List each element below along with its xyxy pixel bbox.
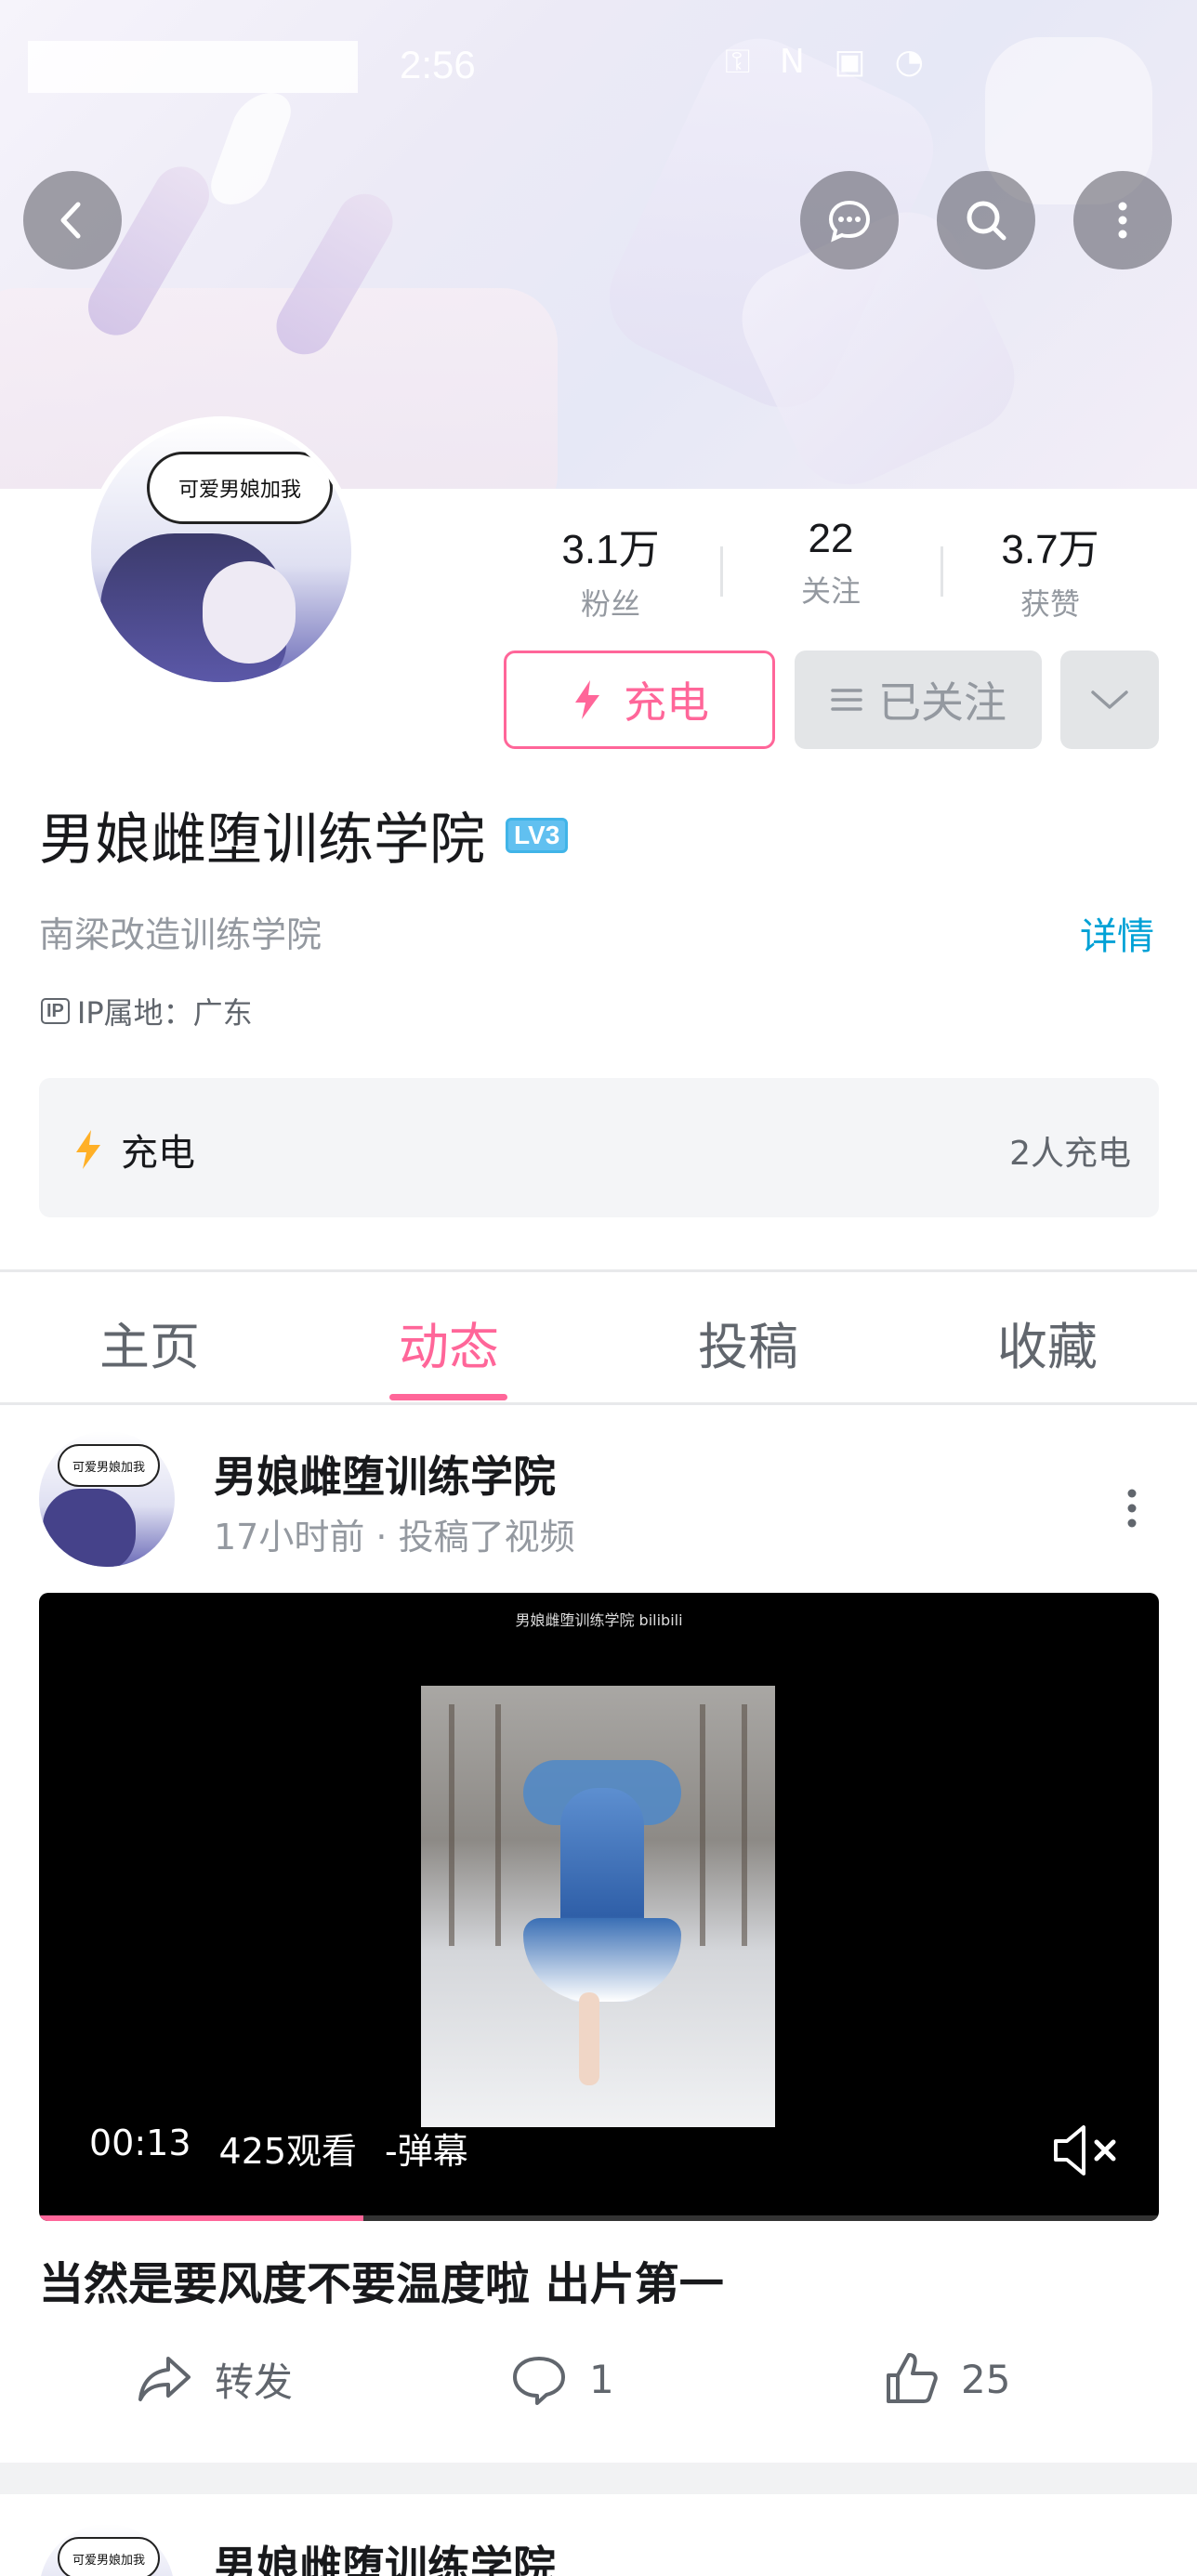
next-post-avatar-bubble: 可爱男娘加我	[58, 2537, 160, 2576]
details-link[interactable]: 详情	[1080, 906, 1154, 960]
profile-signature: 南梁改造训练学院	[39, 914, 322, 955]
stat-likes[interactable]: 3.7万 获赞	[957, 516, 1143, 624]
stat-following-label: 关注	[800, 573, 861, 609]
charge-card[interactable]: 充电 2人充电	[39, 1078, 1159, 1217]
stat-likes-label: 获赞	[1019, 586, 1080, 622]
stat-likes-value: 3.7万	[1001, 527, 1099, 572]
share-arrow-icon	[138, 2357, 191, 2401]
search-icon	[967, 201, 1006, 241]
tab-dynamics[interactable]: 动态	[299, 1306, 598, 1379]
avatar-speech-bubble: 可爱男娘加我	[147, 452, 333, 524]
ip-location: IP IP属地：广东	[41, 990, 253, 1032]
stat-fans-value: 3.1万	[561, 527, 660, 572]
back-button[interactable]	[23, 171, 122, 269]
video-danmaku-count: -弹幕	[385, 2131, 468, 2172]
followed-button-label: 已关注	[878, 677, 1006, 728]
tab-home[interactable]: 主页	[0, 1306, 299, 1379]
status-bar: 2:56 ⚿ N ▣ ◔	[0, 37, 1197, 102]
comment-count: 1	[589, 2356, 614, 2402]
comment-button[interactable]: 1	[509, 2349, 614, 2409]
video-thumbnail	[421, 1686, 775, 2127]
video-progress-fill	[39, 2215, 364, 2221]
lightning-icon	[575, 680, 599, 719]
mute-icon[interactable]	[1048, 2118, 1123, 2183]
level-badge: LV3	[506, 817, 569, 853]
more-button[interactable]	[1073, 171, 1172, 269]
video-watermark: 男娘雌堕训练学院 bilibili	[515, 1611, 683, 1629]
video-duration: 00:13	[89, 2123, 191, 2163]
post-title[interactable]: 当然是要风度不要温度啦 出片第一	[39, 2247, 724, 2312]
thumbs-up-icon	[887, 2353, 938, 2403]
followed-button[interactable]: 已关注	[795, 651, 1042, 749]
like-button[interactable]: 25	[881, 2349, 1010, 2409]
share-label: 转发	[215, 2359, 294, 2405]
more-vertical-icon	[1118, 202, 1127, 239]
tab-uploads[interactable]: 投稿	[598, 1306, 898, 1379]
menu-lines-icon	[831, 689, 862, 711]
stat-fans-label: 粉丝	[580, 586, 640, 622]
ip-badge-icon: IP	[41, 998, 70, 1024]
profile-name-row: 男娘雌堕训练学院 LV3	[39, 795, 569, 875]
back-arrow-icon	[60, 202, 81, 239]
search-button[interactable]	[937, 171, 1035, 269]
like-count: 25	[961, 2356, 1011, 2402]
post-author-name[interactable]: 男娘雌堕训练学院	[214, 1443, 556, 1505]
post-more-icon[interactable]	[1113, 1482, 1151, 1538]
ip-location-text: IP属地：广东	[76, 995, 253, 1031]
next-post-author-avatar[interactable]: 可爱男娘加我	[39, 2524, 175, 2576]
divider	[0, 1269, 1197, 1272]
chevron-down-icon	[1091, 690, 1128, 709]
video-views: 425观看	[218, 2131, 358, 2172]
status-bar-redaction	[28, 41, 358, 93]
post-avatar-bubble: 可爱男娘加我	[58, 1444, 160, 1487]
next-post-author-name[interactable]: 男娘雌堕训练学院	[214, 2533, 556, 2576]
tab-favorites[interactable]: 收藏	[898, 1306, 1197, 1379]
active-tab-indicator	[389, 1394, 507, 1400]
charge-button-label: 充电	[624, 677, 709, 728]
post-meta: 17小时前 · 投稿了视频	[214, 1517, 575, 1557]
video-player[interactable]: 男娘雌堕训练学院 bilibili 00:13 425观看 -弹幕	[39, 1593, 1159, 2221]
stat-following-value: 22	[808, 516, 854, 561]
comment-icon	[513, 2357, 565, 2405]
video-progress-bar[interactable]	[39, 2215, 1159, 2221]
charge-card-label: 充电	[121, 1132, 195, 1175]
share-button[interactable]: 转发	[135, 2349, 293, 2409]
post-separator	[0, 2463, 1197, 2494]
stat-following[interactable]: 22 关注	[738, 516, 924, 611]
message-button[interactable]	[800, 171, 899, 269]
charge-button[interactable]: 充电	[504, 651, 775, 749]
post-author-avatar[interactable]: 可爱男娘加我	[39, 1431, 175, 1567]
status-time: 2:56	[400, 43, 476, 86]
chat-bubble-icon	[828, 200, 871, 243]
charge-card-count: 2人充电	[1009, 1135, 1131, 1173]
profile-avatar[interactable]: 可爱男娘加我	[86, 416, 357, 688]
expand-recommend-button[interactable]	[1060, 651, 1159, 749]
stat-fans[interactable]: 3.1万 粉丝	[518, 516, 704, 624]
profile-name: 男娘雌堕训练学院	[39, 808, 485, 873]
lightning-icon	[76, 1130, 100, 1169]
status-icons: ⚿ N ▣ ◔	[725, 43, 934, 81]
divider	[0, 1402, 1197, 1405]
